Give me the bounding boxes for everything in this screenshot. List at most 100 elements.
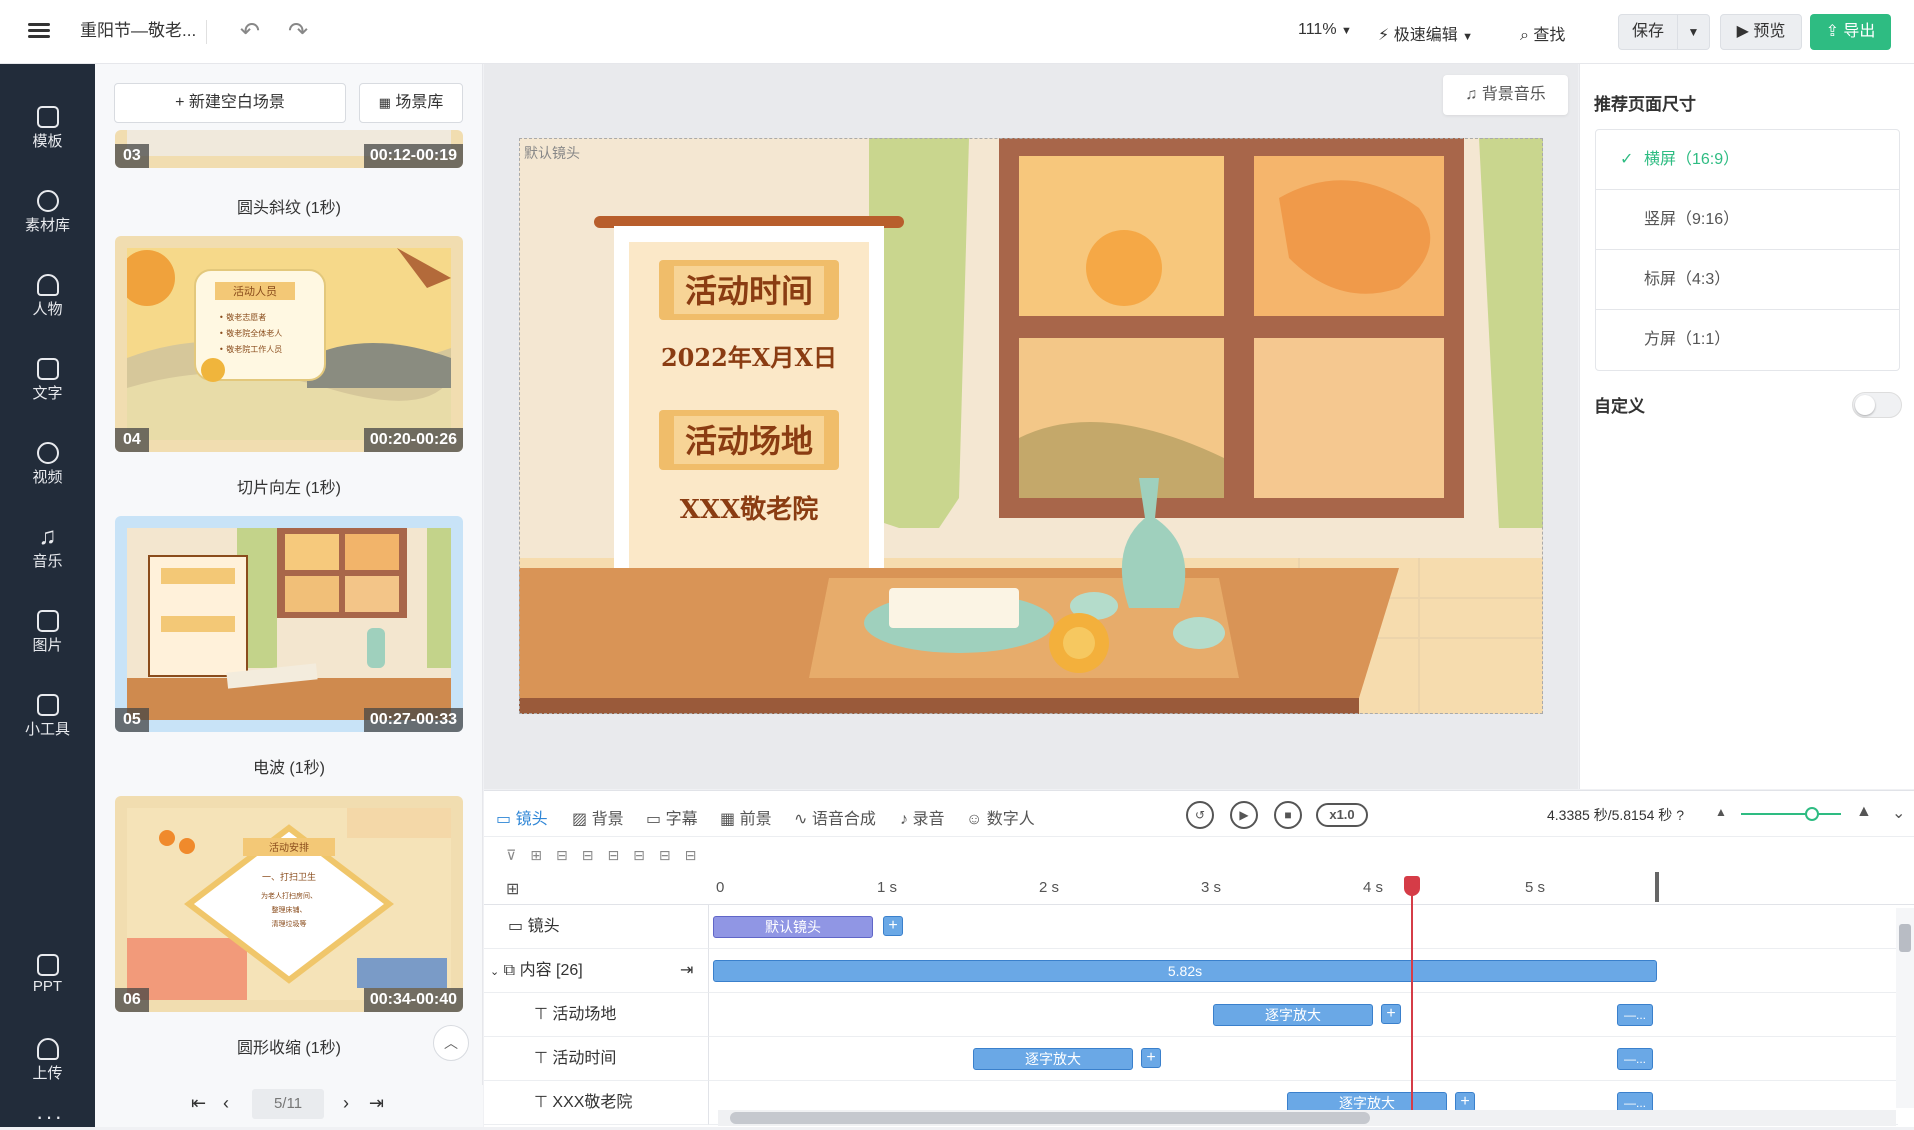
nav-template[interactable]: 模板 (0, 98, 95, 168)
tab-subtitle[interactable]: ▭ 字幕 (646, 805, 698, 829)
undo-icon[interactable]: ↶ (236, 18, 264, 46)
first-page-icon[interactable]: ⇤ (191, 1093, 206, 1114)
scene-thumb-03[interactable]: 03 00:12-00:19 (115, 130, 463, 168)
slider-handle[interactable] (1805, 807, 1819, 821)
tools-icon (36, 694, 59, 716)
last-page-icon[interactable]: ⇥ (369, 1093, 384, 1114)
nav-text[interactable]: 文字 (0, 350, 95, 420)
add-clip-button[interactable]: + (1381, 1004, 1401, 1024)
scene-thumb-06[interactable]: 活动安排 一、打扫卫生 为老人打扫房间、 整理床铺、 清理垃圾等 06 00:3… (115, 796, 463, 1012)
speed-edit-dropdown[interactable]: ⚡ 极速编辑 ▼ (1378, 21, 1473, 45)
menu-icon[interactable] (28, 20, 50, 42)
import-icon[interactable]: ⇥ (680, 949, 693, 993)
play-icon: ▶ (1736, 23, 1749, 40)
scroll-up-button[interactable]: ︿ (433, 1025, 469, 1061)
scene-caption: 圆头斜纹 (1秒) (236, 200, 341, 217)
ruler-tick: 4 s (1363, 879, 1384, 896)
page-size-portrait[interactable]: 竖屏（9:16） (1596, 190, 1899, 250)
nav-video[interactable]: 视频 (0, 434, 95, 504)
scene-library-button[interactable]: ▦ 场景库 (359, 83, 463, 123)
export-button[interactable]: ⇪ 导出 (1810, 14, 1891, 50)
zoom-in-icon[interactable]: ▲ (1856, 803, 1872, 821)
scene-04-line: • 敬老院工作人员 (219, 344, 282, 354)
background-music-button[interactable]: ♫ 背景音乐 (1443, 75, 1568, 115)
track-label-home: ⊤ XXX敬老院 (484, 1081, 708, 1125)
track-label-venue: ⊤ 活动场地 (484, 993, 708, 1037)
tab-foreground[interactable]: ▦ 前景 (720, 805, 772, 829)
preview-button[interactable]: ▶ 预览 (1720, 14, 1802, 50)
mic-icon: ♪ (900, 811, 908, 828)
nav-tools[interactable]: 小工具 (0, 686, 95, 756)
prev-page-icon[interactable]: ‹ (223, 1093, 229, 1114)
layers-icon: ⧉ (503, 962, 516, 979)
time-clip[interactable]: 逐字放大 (973, 1048, 1133, 1070)
tab-record[interactable]: ♪ 录音 (900, 805, 944, 829)
new-blank-scene-button[interactable]: + 新建空白场景 (114, 83, 346, 123)
time-exit-clip[interactable]: —... (1617, 1048, 1653, 1070)
venue-exit-clip[interactable]: —... (1617, 1004, 1653, 1026)
default-camera-frame (519, 138, 1543, 714)
nav-materials[interactable]: 素材库 (0, 182, 95, 252)
playback-speed[interactable]: x1.0 (1316, 803, 1368, 827)
search-icon: ⌕ (1520, 27, 1529, 44)
end-marker[interactable] (1655, 872, 1659, 902)
subtitle-icon: ▭ (646, 811, 662, 828)
help-icon[interactable]: ? (1676, 807, 1684, 823)
tab-tts[interactable]: ∿ 语音合成 (794, 805, 876, 829)
page-size-standard[interactable]: 标屏（4:3） (1596, 250, 1899, 310)
zoom-out-icon[interactable]: ▲ (1715, 805, 1727, 819)
tab-camera[interactable]: ▭ 镜头 (496, 805, 548, 829)
scene-thumb-05[interactable]: 05 00:27-00:33 (115, 516, 463, 732)
tab-label: 字幕 (665, 811, 698, 828)
track-time: 逐字放大 + —... (708, 1037, 1898, 1081)
play-button[interactable]: ▶ (1230, 801, 1258, 829)
replay-button[interactable]: ↺ (1186, 801, 1214, 829)
playhead[interactable] (1411, 876, 1413, 1112)
ruler-tick: 1 s (877, 879, 898, 896)
camera-clip[interactable]: 默认镜头 (713, 916, 873, 938)
page-size-landscape[interactable]: ✓ 横屏（16:9） (1596, 130, 1899, 190)
nav-ppt[interactable]: PPT (0, 946, 95, 1016)
playhead-handle[interactable] (1404, 876, 1420, 896)
content-clip[interactable]: 5.82s (713, 960, 1657, 982)
play-icon: ▶ (1239, 808, 1249, 822)
image-icon (36, 610, 59, 632)
vertical-scrollbar[interactable] (1896, 908, 1914, 1108)
tab-label: 前景 (739, 811, 772, 828)
add-clip-button[interactable]: + (1141, 1048, 1161, 1068)
nav-upload[interactable]: 上传 (0, 1030, 95, 1100)
custom-size-toggle[interactable] (1852, 392, 1902, 418)
check-icon: ✓ (1620, 151, 1634, 168)
tab-digital-human[interactable]: ☺ 数字人 (966, 805, 1035, 829)
nav-person[interactable]: 人物 (0, 266, 95, 336)
page-size-square[interactable]: 方屏（1:1） (1596, 310, 1899, 370)
save-button[interactable]: 保存 (1618, 14, 1678, 50)
scene-thumb-04[interactable]: 活动人员 • 敬老志愿者 • 敬老院全体老人 • 敬老院工作人员 04 00:2… (115, 236, 463, 452)
page-indicator[interactable]: 5/11 (252, 1089, 324, 1119)
save-dropdown-button[interactable]: ▼ (1678, 14, 1710, 50)
timeline-zoom-slider[interactable] (1741, 807, 1841, 821)
venue-clip[interactable]: 逐字放大 (1213, 1004, 1373, 1026)
redo-icon[interactable]: ↷ (284, 18, 312, 46)
ppt-icon (36, 954, 59, 976)
collapse-icon[interactable]: ⌄ (1892, 803, 1905, 823)
horizontal-scrollbar[interactable] (718, 1110, 1896, 1126)
find-button[interactable]: ⌕ 查找 (1520, 21, 1565, 45)
document-title[interactable]: 重阳节—敬老... (80, 20, 208, 44)
chevron-down-icon: ⌄ (490, 966, 500, 978)
add-clip-button[interactable]: + (883, 916, 903, 936)
stop-button[interactable]: ■ (1274, 801, 1302, 829)
track-venue: 逐字放大 + —... (708, 993, 1898, 1037)
more-icon[interactable]: ··· (36, 1104, 64, 1130)
align-tools[interactable]: ⊽⊞⊟⊟⊟⊟⊟⊟ (506, 847, 710, 864)
add-clip-button[interactable]: + (1455, 1092, 1475, 1112)
nav-image[interactable]: 图片 (0, 602, 95, 672)
grid-icon[interactable]: ⊞ (506, 879, 519, 899)
next-page-icon[interactable]: › (343, 1093, 349, 1114)
zoom-dropdown[interactable]: 111% ▼ (1298, 21, 1352, 39)
scroll-thumb[interactable] (1899, 924, 1911, 952)
background-music-label: 背景音乐 (1481, 86, 1546, 103)
tab-background[interactable]: ▨ 背景 (572, 805, 624, 829)
scroll-thumb[interactable] (730, 1112, 1370, 1124)
nav-music[interactable]: ♫ 音乐 (0, 518, 95, 588)
